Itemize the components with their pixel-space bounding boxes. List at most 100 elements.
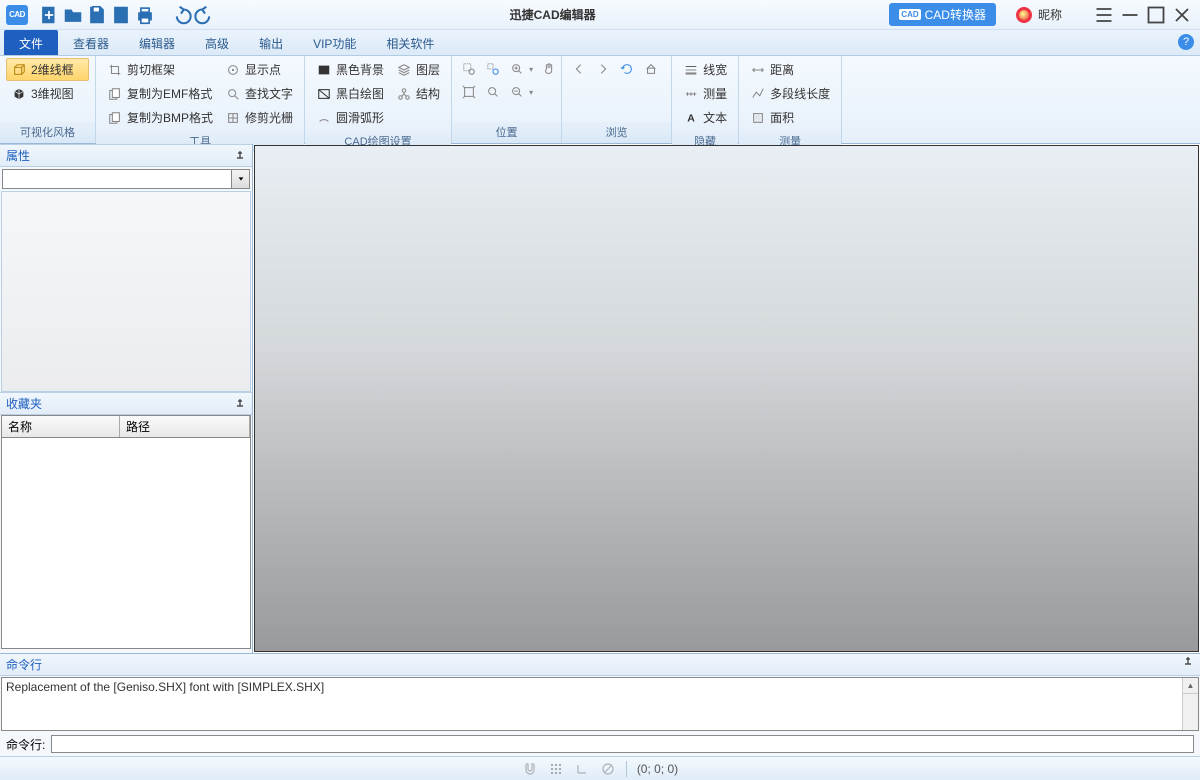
zoom-sel-icon <box>485 61 501 77</box>
cad-converter-button[interactable]: CAD CAD转换器 <box>889 3 996 26</box>
properties-panel-body <box>1 191 251 392</box>
close-button[interactable] <box>1170 4 1194 26</box>
btn-trim-raster[interactable]: 修剪光栅 <box>220 106 298 129</box>
menu-icon[interactable] <box>1092 4 1116 26</box>
favorites-col-name[interactable]: 名称 <box>2 416 120 437</box>
btn-find-text[interactable]: 查找文字 <box>220 82 298 105</box>
favorites-col-path[interactable]: 路径 <box>120 416 250 437</box>
btn-measure-hide[interactable]: 测量 <box>678 82 732 105</box>
ruler-icon <box>683 86 699 102</box>
properties-panel-header: 属性 <box>0 144 252 167</box>
tab-file[interactable]: 文件 <box>4 30 58 55</box>
scroll-up-icon[interactable]: ▲ <box>1183 678 1198 694</box>
btn-zoom-prev[interactable] <box>482 81 504 103</box>
tab-output[interactable]: 输出 <box>244 30 298 55</box>
command-log: Replacement of the [Geniso.SHX] font wit… <box>1 677 1199 731</box>
arrow-right-icon <box>595 61 611 77</box>
btn-copy-bmp[interactable]: 复制为BMP格式 <box>102 106 218 129</box>
trim-icon <box>225 110 241 126</box>
btn-zoom-extents[interactable] <box>458 81 480 103</box>
btn-zoom-window[interactable] <box>458 58 480 80</box>
tab-related[interactable]: 相关软件 <box>371 30 449 55</box>
btn-nav-back[interactable] <box>568 58 590 80</box>
svg-text:A: A <box>687 112 695 124</box>
drawing-canvas[interactable] <box>254 145 1199 652</box>
scrollbar[interactable]: ▲ <box>1182 678 1198 730</box>
tab-viewer[interactable]: 查看器 <box>58 30 124 55</box>
crop-icon <box>107 62 123 78</box>
new-file-icon[interactable] <box>38 4 60 26</box>
undo-icon[interactable] <box>170 4 192 26</box>
home-icon <box>643 61 659 77</box>
btn-text-hide[interactable]: A文本 <box>678 106 732 129</box>
grid-icon[interactable] <box>548 761 564 777</box>
distance-icon <box>750 62 766 78</box>
btn-zoom-in[interactable]: ▾ <box>506 58 536 80</box>
snap-magnet-icon[interactable] <box>522 761 538 777</box>
zoom-extents-icon <box>461 84 477 100</box>
save-icon[interactable] <box>86 4 108 26</box>
black-bg-icon <box>316 62 332 78</box>
btn-area[interactable]: 面积 <box>745 106 835 129</box>
cube-2d-icon <box>11 62 27 78</box>
minimize-button[interactable] <box>1118 4 1142 26</box>
tab-editor[interactable]: 编辑器 <box>124 30 190 55</box>
osnap-icon[interactable] <box>600 761 616 777</box>
favorites-table: 名称 路径 <box>1 415 251 649</box>
ortho-icon[interactable] <box>574 761 590 777</box>
btn-pan[interactable] <box>538 58 560 80</box>
export-pdf-icon[interactable]: A <box>110 4 132 26</box>
pin-icon[interactable] <box>234 398 246 410</box>
chevron-down-icon[interactable] <box>231 170 249 188</box>
favorites-body <box>2 438 250 648</box>
open-file-icon[interactable] <box>62 4 84 26</box>
btn-nav-home[interactable] <box>640 58 662 80</box>
tab-vip[interactable]: VIP功能 <box>298 30 371 55</box>
command-header: 命令行 <box>0 654 1200 676</box>
btn-copy-emf[interactable]: 复制为EMF格式 <box>102 82 218 105</box>
command-prompt-label: 命令行: <box>6 736 45 753</box>
btn-polyline-length[interactable]: 多段线长度 <box>745 82 835 105</box>
btn-smooth-arc[interactable]: 圆滑弧形 <box>311 106 389 129</box>
structure-icon <box>396 86 412 102</box>
help-icon[interactable]: ? <box>1178 34 1194 50</box>
bmp-icon <box>107 110 123 126</box>
btn-zoom-out[interactable]: ▾ <box>506 81 536 103</box>
btn-zoom-selection[interactable] <box>482 58 504 80</box>
pin-icon[interactable] <box>1182 656 1194 668</box>
maximize-button[interactable] <box>1144 4 1168 26</box>
cube-3d-icon <box>11 86 27 102</box>
btn-layers[interactable]: 图层 <box>391 58 445 81</box>
converter-badge-icon: CAD <box>899 9 920 20</box>
btn-clip-frame[interactable]: 剪切框架 <box>102 58 218 81</box>
btn-lineweight[interactable]: 线宽 <box>678 58 732 81</box>
ribbon: 2维线框 3维视图 可视化风格 剪切框架 复制为EMF格式 复制为BMP格式 显… <box>0 56 1200 144</box>
statusbar: (0; 0; 0) <box>0 756 1200 780</box>
app-logo: CAD <box>6 5 28 25</box>
btn-show-points[interactable]: 显示点 <box>220 58 298 81</box>
group-label-position: 位置 <box>452 122 561 143</box>
redo-icon[interactable] <box>194 4 216 26</box>
emf-icon <box>107 86 123 102</box>
zoom-out-icon <box>509 84 525 100</box>
btn-nav-fwd[interactable] <box>592 58 614 80</box>
btn-bw-draw[interactable]: 黑白绘图 <box>311 82 389 105</box>
area-icon <box>750 110 766 126</box>
pin-icon[interactable] <box>234 150 246 162</box>
user-account[interactable]: 昵称 <box>1016 6 1062 23</box>
btn-structure[interactable]: 结构 <box>391 82 445 105</box>
btn-distance[interactable]: 距离 <box>745 58 835 81</box>
zoom-in-icon <box>509 61 525 77</box>
btn-2d-wireframe[interactable]: 2维线框 <box>6 58 89 81</box>
sidebar: 属性 收藏夹 名称 路径 <box>0 144 253 653</box>
btn-black-bg[interactable]: 黑色背景 <box>311 58 389 81</box>
app-title: 迅捷CAD编辑器 <box>216 6 889 23</box>
btn-nav-refresh[interactable] <box>616 58 638 80</box>
command-input[interactable] <box>51 735 1194 753</box>
print-icon[interactable] <box>134 4 156 26</box>
refresh-icon <box>619 61 635 77</box>
btn-3d-view[interactable]: 3维视图 <box>6 82 89 105</box>
properties-combobox[interactable] <box>2 169 250 189</box>
tab-advanced[interactable]: 高级 <box>190 30 244 55</box>
bw-icon <box>316 86 332 102</box>
